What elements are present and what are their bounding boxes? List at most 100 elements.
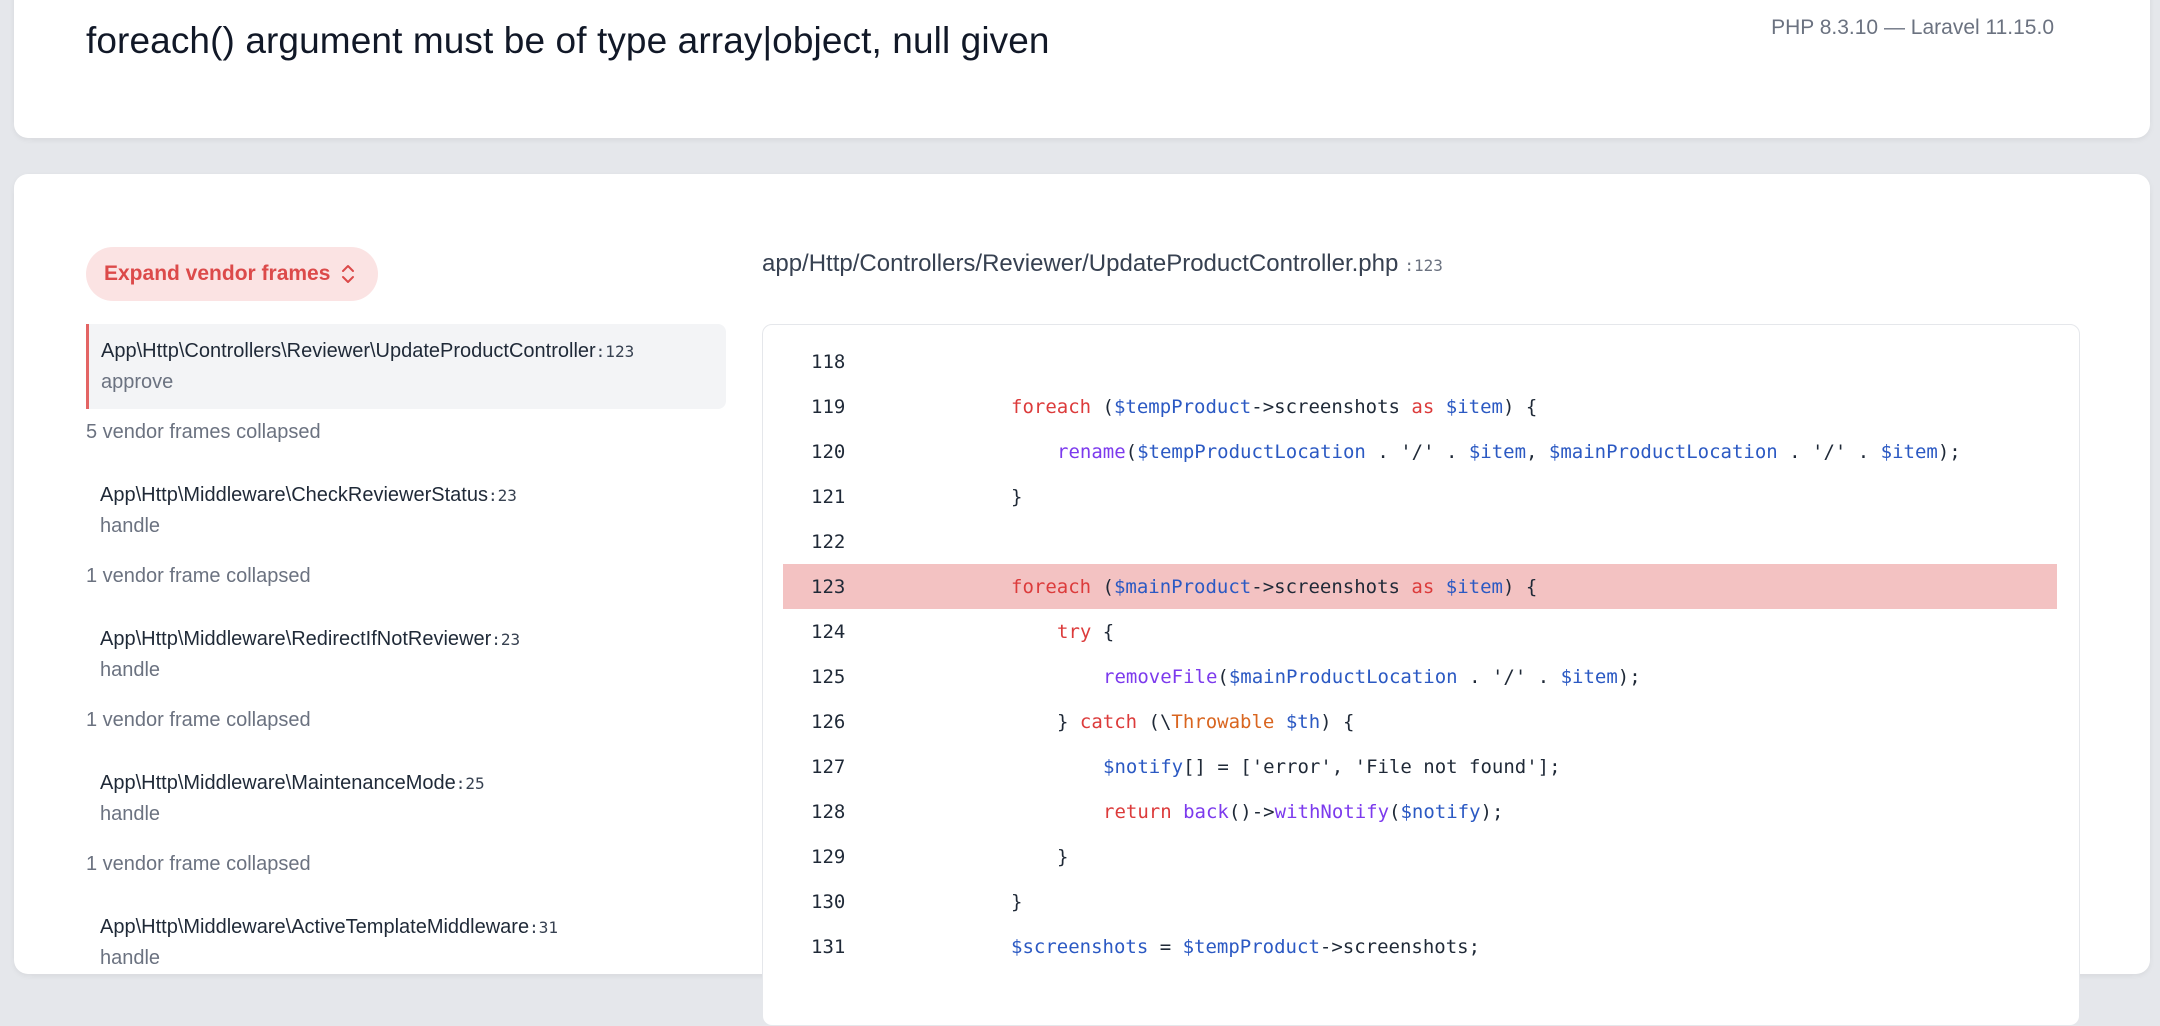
- line-number: 120: [811, 440, 846, 463]
- code-token: );: [1480, 800, 1504, 823]
- code-token: $item: [1445, 575, 1503, 598]
- code-token: $item: [1560, 665, 1618, 688]
- code-line: 121}: [783, 474, 2057, 519]
- code-viewer[interactable]: 118 119 foreach ($tempProduct->screenshots…: [762, 324, 2080, 1026]
- code-token: ,: [1526, 440, 1549, 463]
- stack-frames-list: App\Http\Controllers\Reviewer\UpdateProd…: [86, 324, 726, 1003]
- frame-class: App\Http\Middleware\MaintenanceMode:25: [100, 768, 712, 799]
- expand-vendor-frames-label: Expand vendor frames: [104, 262, 331, 285]
- code-token: $mainProductLocation: [1228, 665, 1458, 688]
- stack-frame[interactable]: App\Http\Middleware\CheckReviewerStatus:…: [86, 468, 726, 553]
- code-token: $notify: [1400, 800, 1481, 823]
- code-token: as: [1411, 575, 1435, 598]
- code-token: }: [1011, 485, 1023, 508]
- frame-method: handle: [100, 947, 161, 969]
- vendor-frames-collapsed[interactable]: 5 vendor frames collapsed: [86, 421, 726, 444]
- line-number: 118: [811, 350, 846, 373]
- frame-line-number: :25: [455, 774, 485, 793]
- code-line: 122: [783, 519, 2057, 564]
- code-line: 128 return back()->withNotify($notify);: [783, 789, 2057, 834]
- line-number: 123: [811, 575, 846, 598]
- code-token: $item: [1445, 395, 1503, 418]
- code-line: 125 removeFile($mainProductLocation . '/'…: [783, 654, 2057, 699]
- code-token: $notify: [1103, 755, 1184, 778]
- code-token: try: [1057, 620, 1092, 643]
- code-text: return back()->withNotify($notify);: [873, 801, 1503, 823]
- code-token: as: [1411, 395, 1435, 418]
- code-token: ->screenshots: [1251, 395, 1412, 418]
- frame-class: App\Http\Middleware\CheckReviewerStatus:…: [100, 480, 712, 511]
- code-token: }: [1011, 890, 1023, 913]
- code-token: removeFile: [1103, 665, 1218, 688]
- code-text: } catch (\Throwable $th) {: [873, 711, 1354, 733]
- stack-frame[interactable]: App\Http\Middleware\RedirectIfNotReviewe…: [86, 612, 726, 697]
- frame-class: App\Http\Controllers\Reviewer\UpdateProd…: [101, 336, 712, 367]
- code-line: 130}: [783, 879, 2057, 924]
- code-line: 127 $notify[] = ['error', 'File not found…: [783, 744, 2057, 789]
- vendor-frames-collapsed[interactable]: 1 vendor frame collapsed: [86, 709, 726, 732]
- code-token: ) {: [1502, 395, 1538, 418]
- code-token: ()->: [1228, 800, 1275, 823]
- code-token: =: [1148, 935, 1183, 958]
- code-token: (: [1091, 395, 1114, 418]
- frame-class-name: App\Http\Controllers\Reviewer\UpdateProd…: [101, 340, 596, 362]
- vendor-frames-collapsed[interactable]: 1 vendor frame collapsed: [86, 853, 726, 876]
- code-token: $item: [1468, 440, 1527, 463]
- expand-vendor-frames-button[interactable]: Expand vendor frames: [86, 247, 379, 301]
- stack-frame[interactable]: App\Http\Controllers\Reviewer\UpdateProd…: [86, 324, 726, 409]
- code-token: ) {: [1502, 575, 1538, 598]
- code-text: $notify[] = ['error', 'File not found'];: [873, 756, 1561, 778]
- code-token: return: [1103, 800, 1172, 823]
- code-token: foreach: [1011, 575, 1092, 598]
- code-line: 118: [783, 339, 2057, 384]
- code-text: removeFile($mainProductLocation . '/' . …: [873, 666, 1641, 688]
- code-line: 119 foreach ($tempProduct->screenshots as…: [783, 384, 2057, 429]
- code-token: {: [1091, 620, 1115, 643]
- code-token: $item: [1880, 440, 1938, 463]
- code-token: foreach: [1011, 395, 1092, 418]
- line-number: 127: [811, 755, 846, 778]
- code-token: (: [1389, 800, 1401, 823]
- code-token: $tempProductLocation: [1137, 440, 1366, 463]
- code-token: ->screenshots: [1251, 575, 1412, 598]
- stack-frame[interactable]: App\Http\Middleware\MaintenanceMode:25 ha…: [86, 756, 726, 841]
- code-token: ->screenshots;: [1319, 935, 1481, 958]
- stack-frame[interactable]: App\Http\Middleware\ActiveTemplateMiddle…: [86, 900, 726, 985]
- vendor-frames-collapsed[interactable]: 1 vendor frame collapsed: [86, 565, 726, 588]
- code-token: [] = ['error', 'File not found'];: [1183, 755, 1561, 778]
- code-line: 129}: [783, 834, 2057, 879]
- frame-method: approve: [101, 371, 174, 393]
- line-number: 121: [811, 485, 846, 508]
- code-token: ) {: [1320, 710, 1355, 733]
- code-line: 126 } catch (\Throwable $th) {: [783, 699, 2057, 744]
- frame-method: handle: [100, 515, 161, 537]
- line-number: 128: [811, 800, 846, 823]
- code-token: . '/' .: [1457, 665, 1561, 688]
- code-token: back: [1183, 800, 1229, 823]
- code-token: $th: [1285, 710, 1321, 733]
- code-text: foreach ($mainProduct->screenshots as $i…: [873, 576, 1537, 598]
- frame-method: handle: [100, 803, 161, 825]
- code-token: rename: [1057, 440, 1126, 463]
- code-line: 124 try {: [783, 609, 2057, 654]
- error-header-card: foreach() argument must be of type array…: [14, 0, 2150, 138]
- line-number: 122: [811, 530, 846, 553]
- code-token: $mainProduct: [1113, 575, 1252, 598]
- highlighted-code-line: 123 foreach ($mainProduct->screenshots as…: [783, 564, 2057, 609]
- code-lines: 118 119 foreach ($tempProduct->screenshots…: [783, 339, 2057, 969]
- stack-trace-card: Expand vendor frames App\Http\Controller…: [14, 174, 2150, 1026]
- code-token: catch: [1079, 710, 1138, 733]
- code-text: rename($tempProductLocation . '/' . $ite…: [873, 441, 1961, 463]
- code-text: }: [873, 891, 1022, 913]
- line-number: 131: [811, 935, 846, 958]
- file-path-text: app/Http/Controllers/Reviewer/UpdateProd…: [762, 250, 1399, 277]
- code-token: $mainProductLocation: [1548, 440, 1778, 463]
- code-token: );: [1617, 665, 1641, 688]
- line-number: 126: [811, 710, 846, 733]
- chevron-up-down-icon: [342, 265, 355, 283]
- line-number: 125: [811, 665, 846, 688]
